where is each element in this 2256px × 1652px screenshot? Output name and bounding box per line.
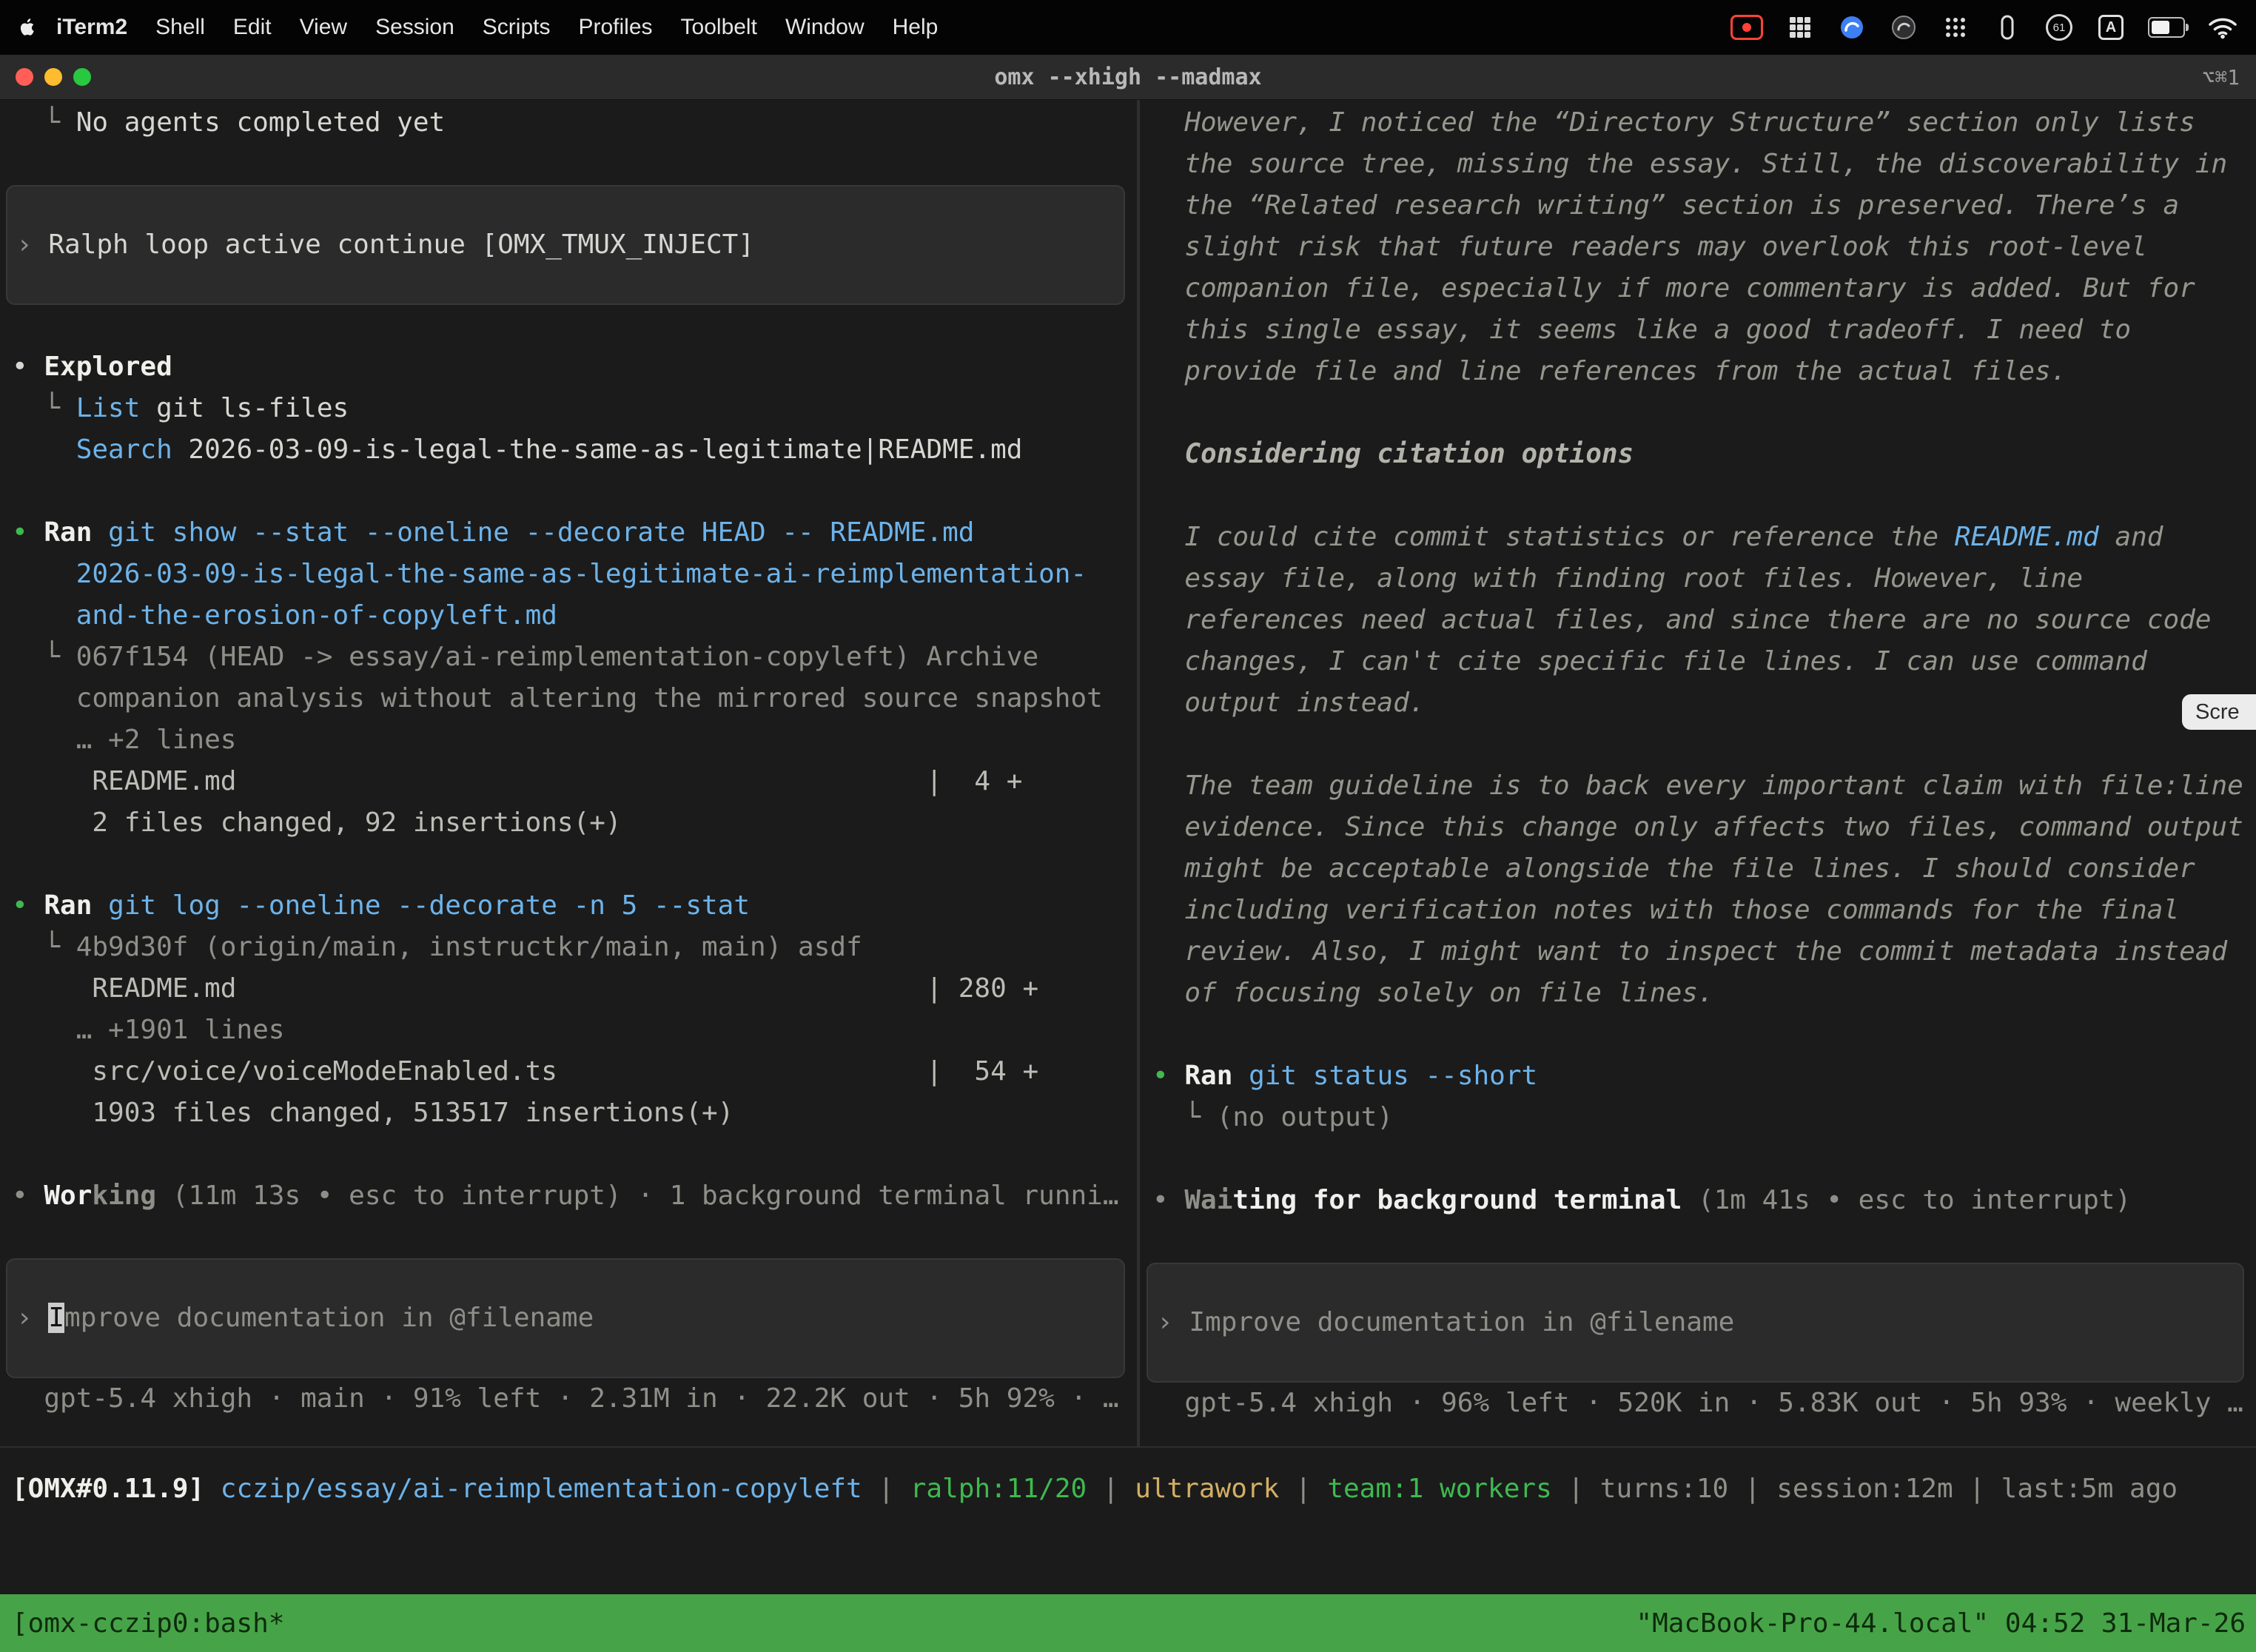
screen-tooltip[interactable]: Scre bbox=[2182, 694, 2256, 730]
macos-menu-bar: iTerm2 Shell Edit View Session Scripts Profile… bbox=[0, 0, 2256, 55]
screen-tooltip-text: Scre bbox=[2195, 700, 2240, 725]
blank-line bbox=[12, 471, 1137, 512]
dots-grid-icon[interactable] bbox=[1941, 11, 1970, 44]
blank-line bbox=[1152, 1014, 2256, 1055]
menu-item-profiles[interactable]: Profiles bbox=[578, 15, 652, 40]
menu-item-window[interactable]: Window bbox=[785, 15, 865, 40]
menu-item-view[interactable]: View bbox=[300, 15, 347, 40]
right-agent-pane: However, I noticed the “Directory Struct… bbox=[1140, 100, 2256, 1446]
terminal-line: └ (no output) bbox=[1152, 1097, 2256, 1138]
terminal-line: companion file, especially if more comme… bbox=[1152, 268, 2256, 309]
terminal-line: changes, I can't cite specific file line… bbox=[1152, 641, 2256, 682]
terminal-line: the source tree, missing the essay. Stil… bbox=[1152, 144, 2256, 185]
window-title: omx --xhigh --madmax bbox=[0, 55, 2256, 99]
tmux-host-clock: "MacBook-Pro-44.local" 04:52 31-Mar-26 bbox=[1636, 1608, 2246, 1639]
terminal-line: output instead. bbox=[1152, 682, 2256, 724]
blank-line bbox=[12, 1134, 1137, 1175]
blank-line bbox=[1152, 1221, 2256, 1263]
terminal-line: 2026-03-09-is-legal-the-same-as-legitima… bbox=[12, 554, 1137, 595]
blank-line bbox=[12, 844, 1137, 885]
wifi-icon[interactable] bbox=[2207, 11, 2238, 44]
prompt-input-right[interactable]: › Improve documentation in @filename bbox=[1147, 1263, 2244, 1383]
gauge-label: 61 bbox=[2053, 21, 2066, 34]
keyboard-layout-label: A bbox=[2106, 19, 2116, 36]
terminal-line: README.md | 4 + bbox=[12, 761, 1137, 802]
terminal-line: 1903 files changed, 513517 insertions(+) bbox=[12, 1092, 1137, 1134]
terminal-line: references need actual files, and since … bbox=[1152, 600, 2256, 641]
pill-icon[interactable] bbox=[1993, 11, 2022, 44]
terminal-line: • Waiting for background terminal (1m 41… bbox=[1152, 1180, 2256, 1221]
terminal-line: The team guideline is to back every impo… bbox=[1152, 765, 2256, 807]
blank-line bbox=[12, 1217, 1137, 1258]
terminal-line: 2 files changed, 92 insertions(+) bbox=[12, 802, 1137, 844]
terminal-line: might be acceptable alongside the file l… bbox=[1152, 848, 2256, 890]
app-grid-icon[interactable] bbox=[1785, 11, 1815, 44]
blank-line bbox=[1152, 1138, 2256, 1180]
window-shortcut-badge: ⌥⌘1 bbox=[2202, 55, 2240, 99]
apple-icon[interactable] bbox=[18, 16, 37, 38]
menu-item-iterm2[interactable]: iTerm2 bbox=[56, 15, 127, 40]
terminal-line: review. Also, I might want to inspect th… bbox=[1152, 931, 2256, 973]
terminal-line: README.md | 280 + bbox=[12, 968, 1137, 1010]
blank-line bbox=[1152, 724, 2256, 765]
blank-line bbox=[1152, 475, 2256, 517]
dark-app-icon[interactable] bbox=[1889, 11, 1918, 44]
keyboard-layout-icon[interactable]: A bbox=[2096, 11, 2126, 44]
terminal-line: companion analysis without altering the … bbox=[12, 678, 1137, 719]
terminal-line: └ No agents completed yet bbox=[12, 102, 1137, 144]
terminal-line: However, I noticed the “Directory Struct… bbox=[1152, 102, 2256, 144]
blue-app-icon[interactable] bbox=[1837, 11, 1867, 44]
terminal-line: Considering citation options bbox=[1152, 434, 2256, 475]
terminal-line: … +2 lines bbox=[12, 719, 1137, 761]
terminal-line: I could cite commit statistics or refere… bbox=[1152, 517, 2256, 558]
terminal-line: essay file, along with finding root file… bbox=[1152, 558, 2256, 600]
terminal-line: evidence. Since this change only affects… bbox=[1152, 807, 2256, 848]
tmux-panes: └ No agents completed yet › Ralph loop ac… bbox=[0, 100, 2256, 1448]
menu-item-toolbelt[interactable]: Toolbelt bbox=[681, 15, 757, 40]
terminal-line: • Ran git show --stat --oneline --decora… bbox=[12, 512, 1137, 554]
menu-bar-status-icons: 61 A bbox=[1730, 11, 2238, 44]
left-agent-pane: └ No agents completed yet › Ralph loop ac… bbox=[0, 100, 1137, 1446]
menu-items: iTerm2 Shell Edit View Session Scripts Profile… bbox=[56, 15, 938, 40]
menu-item-shell[interactable]: Shell bbox=[155, 15, 205, 40]
screen-recording-icon[interactable] bbox=[1730, 11, 1763, 44]
desktop-screen: iTerm2 Shell Edit View Session Scripts Profile… bbox=[0, 0, 2256, 1652]
terminal-line: … +1901 lines bbox=[12, 1010, 1137, 1051]
terminal-line: provide file and line references from th… bbox=[1152, 351, 2256, 392]
terminal-line: slight risk that future readers may over… bbox=[1152, 226, 2256, 268]
blank-line bbox=[12, 305, 1137, 346]
window-title-bar: omx --xhigh --madmax ⌥⌘1 bbox=[0, 55, 2256, 100]
terminal-line: this single essay, it seems like a good … bbox=[1152, 309, 2256, 351]
menu-item-edit[interactable]: Edit bbox=[233, 15, 272, 40]
gauge-icon[interactable]: 61 bbox=[2044, 11, 2074, 44]
omx-status-line: [OMX#0.11.9] cczip/essay/ai-reimplementa… bbox=[12, 1468, 2256, 1510]
terminal-line: └ List git ls-files bbox=[12, 388, 1137, 429]
battery-icon[interactable] bbox=[2148, 11, 2185, 44]
terminal-line: • Working (11m 13s • esc to interrupt) ·… bbox=[12, 1175, 1137, 1217]
terminal-line: gpt-5.4 xhigh · 96% left · 520K in · 5.8… bbox=[1152, 1383, 2256, 1424]
terminal-line: the “Related research writing” section i… bbox=[1152, 185, 2256, 226]
blank-line bbox=[1152, 392, 2256, 434]
terminal-line: • Ran git status --short bbox=[1152, 1055, 2256, 1097]
terminal-line: └ 067f154 (HEAD -> essay/ai-reimplementa… bbox=[12, 637, 1137, 678]
ralph-inject-box[interactable]: › Ralph loop active continue [OMX_TMUX_I… bbox=[6, 185, 1125, 305]
blank-line bbox=[12, 144, 1137, 185]
tmux-status-bar: [omx-cczip0:bash* "MacBook-Pro-44.local"… bbox=[0, 1594, 2256, 1652]
menu-item-scripts[interactable]: Scripts bbox=[483, 15, 551, 40]
terminal-line: including verification notes with those … bbox=[1152, 890, 2256, 931]
prompt-input-left[interactable]: › Improve documentation in @filename bbox=[6, 1258, 1125, 1378]
omx-footer: [OMX#0.11.9] cczip/essay/ai-reimplementa… bbox=[0, 1468, 2256, 1510]
tmux-session-label: [omx-cczip0:bash* bbox=[12, 1608, 284, 1639]
terminal-line: Search 2026-03-09-is-legal-the-same-as-l… bbox=[12, 429, 1137, 471]
terminal-line: • Ran git log --oneline --decorate -n 5 … bbox=[12, 885, 1137, 927]
terminal-line: src/voice/voiceModeEnabled.ts | 54 + bbox=[12, 1051, 1137, 1092]
terminal-line: and-the-erosion-of-copyleft.md bbox=[12, 595, 1137, 637]
menu-item-help[interactable]: Help bbox=[893, 15, 939, 40]
terminal-line: of focusing solely on file lines. bbox=[1152, 973, 2256, 1014]
menu-item-session[interactable]: Session bbox=[375, 15, 454, 40]
terminal-line: └ 4b9d30f (origin/main, instructkr/main,… bbox=[12, 927, 1137, 968]
terminal-line: gpt-5.4 xhigh · main · 91% left · 2.31M … bbox=[12, 1378, 1137, 1420]
terminal-line: • Explored bbox=[12, 346, 1137, 388]
